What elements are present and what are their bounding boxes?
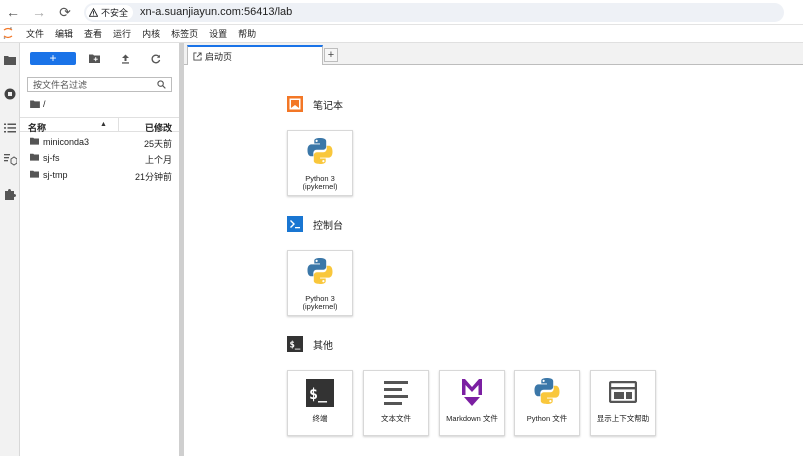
notebook-icon (287, 96, 303, 112)
new-folder-icon[interactable] (88, 52, 100, 65)
breadcrumb[interactable]: / (30, 99, 46, 109)
folder-icon (30, 100, 40, 108)
column-modified-header[interactable]: 已修改 (145, 121, 172, 134)
python-logo-icon (515, 377, 579, 405)
card-label: Python 文件 (526, 414, 568, 423)
column-divider[interactable] (118, 118, 119, 131)
upload-icon[interactable] (119, 52, 131, 65)
breadcrumb-path[interactable]: / (43, 99, 46, 109)
tab-label: 启动页 (205, 51, 233, 62)
menu-help[interactable]: 帮助 (238, 27, 256, 40)
section-console: 控制台 (287, 216, 343, 232)
menu-edit[interactable]: 编辑 (55, 27, 73, 40)
launcher-card-python-file[interactable]: Python 文件 (514, 370, 580, 436)
address-bar[interactable]: 不安全 xn-a.suanjiayun.com:56413/lab (84, 2, 784, 22)
file-row-sj-fs[interactable]: sj-fs 上个月 (20, 150, 179, 166)
launcher-card-notebook-python3[interactable]: Python 3 (ipykernel) (287, 130, 353, 196)
reload-icon[interactable]: ⟳ (52, 0, 78, 25)
svg-text:$_: $_ (290, 341, 301, 351)
activity-bar (0, 43, 20, 456)
section-notebook: 笔记本 (287, 96, 343, 112)
forward-icon[interactable]: → (26, 0, 52, 25)
url-text[interactable]: xn-a.suanjiayun.com:56413/lab (140, 6, 292, 18)
svg-text:$_: $_ (309, 385, 328, 403)
refresh-icon[interactable] (150, 52, 162, 65)
search-icon (157, 80, 166, 89)
menu-view[interactable]: 查看 (84, 27, 102, 40)
add-tab-button[interactable]: + (324, 48, 338, 62)
menu-tabs[interactable]: 标签页 (171, 27, 198, 40)
section-title: 控制台 (313, 220, 343, 232)
file-name: sj-tmp (43, 170, 68, 180)
table-of-contents-icon[interactable] (3, 121, 17, 135)
file-modified: 上个月 (144, 155, 172, 165)
section-title: 笔记本 (313, 100, 343, 112)
card-label: Markdown 文件 (446, 414, 498, 423)
file-row-sj-tmp[interactable]: sj-tmp 21分钟前 (20, 167, 179, 183)
file-filter-input[interactable]: 按文件名过滤 (27, 77, 172, 92)
launcher-card-console-python3[interactable]: Python 3 (ipykernel) (287, 250, 353, 316)
console-icon (287, 216, 303, 232)
running-kernels-icon[interactable] (3, 87, 17, 101)
file-name: miniconda3 (43, 137, 90, 147)
file-list-header: 名称 ▲ 已修改 (20, 117, 179, 134)
tab-launcher[interactable]: 启动页 (187, 45, 323, 65)
menu-run[interactable]: 运行 (113, 27, 131, 40)
tab-bar: 启动页 + (184, 43, 803, 65)
menu-settings[interactable]: 设置 (209, 27, 227, 40)
folder-icon (30, 170, 39, 178)
markdown-icon (440, 377, 504, 407)
menu-file[interactable]: 文件 (26, 27, 44, 40)
terminal-icon: $_ (288, 379, 352, 407)
new-launcher-button[interactable]: + (30, 52, 76, 65)
browser-toolbar: ← → ⟳ 不安全 xn-a.suanjiayun.com:56413/lab (0, 0, 803, 25)
python-logo-icon (288, 257, 352, 285)
launcher-card-context-help[interactable]: 显示上下文帮助 (590, 370, 656, 436)
card-label-line2: (ipykernel) (302, 182, 338, 191)
section-title: 其他 (313, 340, 333, 352)
folder-icon[interactable] (3, 53, 17, 67)
menu-bar: 文件 编辑 查看 运行 内核 标签页 设置 帮助 (0, 25, 803, 43)
menu-kernel[interactable]: 内核 (142, 27, 160, 40)
security-label: 不安全 (101, 7, 129, 18)
card-label: 终端 (312, 414, 328, 423)
extensions-puzzle-icon[interactable] (3, 187, 17, 201)
launcher-card-text-file[interactable]: 文本文件 (363, 370, 429, 436)
context-help-icon (591, 381, 655, 403)
security-chip[interactable]: 不安全 (86, 4, 134, 20)
sort-ascending-icon[interactable]: ▲ (100, 121, 107, 128)
launcher-card-markdown-file[interactable]: Markdown 文件 (439, 370, 505, 436)
file-modified: 21分钟前 (134, 172, 172, 182)
card-label: 显示上下文帮助 (596, 414, 650, 423)
folder-icon (30, 137, 39, 145)
column-name-header[interactable]: 名称 (28, 121, 46, 134)
card-label: 文本文件 (381, 414, 411, 423)
folder-icon (30, 153, 39, 161)
python-logo-icon (288, 137, 352, 165)
launcher-tab-icon (193, 51, 202, 61)
launcher-card-terminal[interactable]: $_ 终端 (287, 370, 353, 436)
back-icon[interactable]: ← (0, 0, 26, 25)
other-terminal-icon: $_ (287, 336, 303, 352)
card-label-line2: (ipykernel) (302, 302, 338, 311)
warning-icon (89, 7, 98, 17)
jupyter-logo-icon (0, 26, 20, 41)
section-other: $_ 其他 (287, 336, 333, 352)
file-name: sj-fs (43, 153, 60, 163)
text-file-icon (364, 379, 428, 407)
filter-placeholder: 按文件名过滤 (33, 80, 88, 90)
file-row-miniconda3[interactable]: miniconda3 25天前 (20, 134, 179, 150)
debugger-list-icon[interactable] (3, 153, 17, 167)
file-modified: 25天前 (143, 139, 172, 149)
